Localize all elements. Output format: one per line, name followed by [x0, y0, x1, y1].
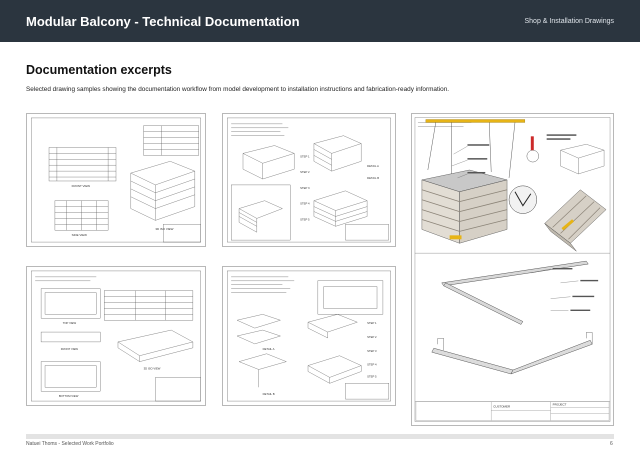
header-title: Modular Balcony - Technical Documentatio…: [26, 13, 300, 29]
label-detail-b-d: DETAIL B: [263, 392, 275, 396]
label-step-1-d: STEP 1: [367, 321, 377, 325]
label-step-2: STEP 2: [300, 170, 310, 174]
header-section-label: Shop & Installation Drawings: [524, 17, 615, 25]
header-bar: Modular Balcony - Technical Documentatio…: [0, 0, 640, 42]
label-side-view: SIDE VIEW: [72, 233, 87, 237]
page-number: 6: [610, 441, 613, 447]
label-detail-a-d: DETAIL A: [263, 347, 275, 351]
label-front-view-c: FRONT VIEW: [61, 347, 79, 351]
drawing-sheet-elevations-svg: FRONT VIEW SIDE VIEW 3D ISO VIEW: [31, 117, 201, 243]
drawing-sheet-assembly-steps-svg: STEP 1 STEP 2 STEP 3 STEP 4 STEP 5 DETAI…: [227, 270, 391, 402]
drawing-sheet-elevations: FRONT VIEW SIDE VIEW 3D ISO VIEW: [26, 113, 206, 247]
label-step-1: STEP 1: [300, 154, 310, 158]
label-step-4: STEP 4: [300, 202, 310, 206]
drawing-sheet-lifting-installation-svg: CUSTOMER PROJECT: [414, 117, 611, 422]
label-iso-view: 3D ISO VIEW: [155, 227, 173, 231]
label-top-view: TOP VIEW: [63, 321, 77, 325]
label-step-2-d: STEP 2: [367, 335, 377, 339]
footer-credit: Natuei Thoms - Selected Work Portfolio: [26, 441, 114, 447]
intro-text: Selected drawing samples showing the doc…: [26, 86, 450, 93]
section-heading: Documentation excerpts: [26, 63, 172, 77]
label-step-3: STEP 3: [300, 186, 310, 190]
label-detail-b: DETAIL B: [367, 176, 379, 180]
drawing-sheet-base-frame: TOP VIEW FRONT VIEW BOTTOM VIEW 3D ISO V…: [26, 266, 206, 406]
label-bottom-view: BOTTOM VIEW: [59, 394, 79, 398]
label-front-view: FRONT VIEW: [72, 184, 91, 188]
label-iso-view-c: 3D ISO VIEW: [144, 367, 161, 371]
drawing-sheet-base-frame-svg: TOP VIEW FRONT VIEW BOTTOM VIEW 3D ISO V…: [31, 270, 201, 402]
footer-rule: [26, 434, 614, 439]
label-step-4-d: STEP 4: [367, 363, 377, 367]
drawing-sheet-lifting-installation: CUSTOMER PROJECT: [411, 113, 614, 426]
label-step-3-d: STEP 3: [367, 349, 377, 353]
title-block-customer: CUSTOMER: [493, 405, 510, 409]
drawing-sheet-install-steps-svg: STEP 1 STEP 2 STEP 3 STEP 4 STEP 5 DETAI…: [227, 117, 391, 243]
title-block-project: PROJECT: [553, 403, 567, 407]
label-detail-a: DETAIL A: [367, 164, 379, 168]
label-step-5: STEP 5: [300, 217, 310, 221]
drawing-sheet-assembly-steps: STEP 1 STEP 2 STEP 3 STEP 4 STEP 5 DETAI…: [222, 266, 396, 406]
label-step-5-d: STEP 5: [367, 374, 377, 378]
drawing-sheet-install-steps: STEP 1 STEP 2 STEP 3 STEP 4 STEP 5 DETAI…: [222, 113, 396, 247]
